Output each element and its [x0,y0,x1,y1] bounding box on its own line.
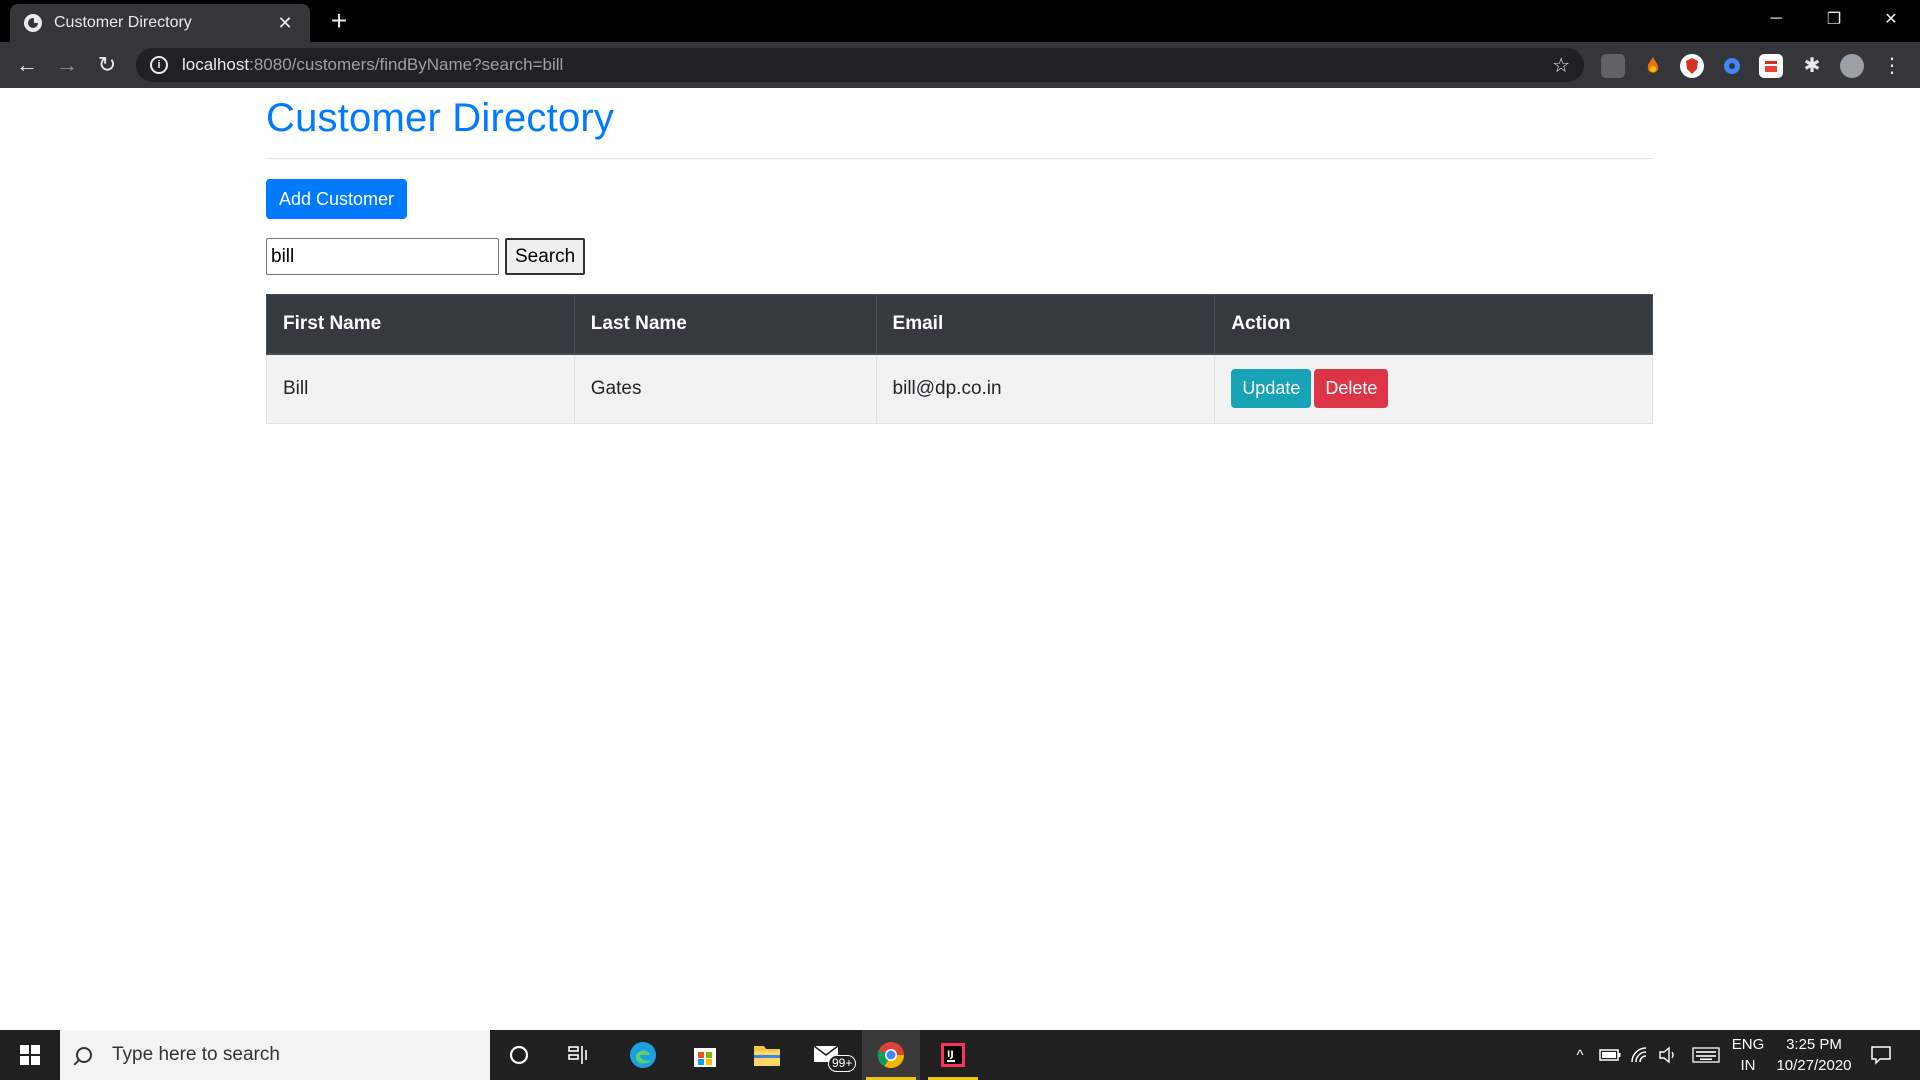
site-info-icon[interactable]: i [150,56,168,74]
divider [266,158,1653,159]
cell-first-name: Bill [266,353,575,424]
task-view-icon[interactable] [550,1030,608,1080]
column-header-first-name: First Name [266,294,575,355]
bookmark-star-icon[interactable]: ☆ [1552,53,1570,78]
address-bar[interactable]: i localhost:8080/customers/findByName?se… [136,48,1584,82]
notification-center-icon[interactable] [1866,1030,1896,1080]
cortana-icon[interactable] [490,1030,548,1080]
chrome-icon[interactable] [862,1030,920,1080]
browser-tab[interactable]: Customer Directory ✕ [10,4,310,42]
column-header-action: Action [1214,294,1653,355]
mail-icon[interactable]: 99+ [800,1030,858,1080]
column-header-last-name: Last Name [573,294,877,355]
extension-icon-1[interactable] [1601,54,1625,78]
system-clock[interactable]: 3:25 PM 10/27/2020 [1768,1034,1860,1076]
clock-time: 3:25 PM [1786,1036,1842,1053]
profile-avatar[interactable] [1840,54,1864,78]
url-text[interactable]: localhost:8080/customers/findByName?sear… [182,55,1552,75]
browser-menu-icon[interactable]: ⋮ [1880,54,1904,78]
extension-shield-icon[interactable] [1680,54,1704,78]
clock-date: 10/27/2020 [1776,1057,1852,1074]
store-icon[interactable] [676,1030,734,1080]
globe-icon [24,14,42,32]
minimize-button[interactable]: ─ [1747,0,1805,38]
taskbar-search-placeholder: Type here to search [112,1044,280,1065]
wifi-icon[interactable] [1628,1030,1652,1080]
tab-close-icon[interactable]: ✕ [274,13,296,34]
forward-arrow-icon[interactable]: → [52,50,82,80]
reload-icon[interactable]: ↻ [92,50,122,80]
table-header-row: First Name Last Name Email Action [266,294,1653,355]
search-icon [76,1047,92,1063]
new-tab-button[interactable]: + [324,6,354,36]
edge-icon[interactable] [614,1030,672,1080]
search-input[interactable] [266,238,499,275]
main-container: Customer Directory Add Customer Search F… [266,88,1653,424]
volume-icon[interactable] [1656,1030,1680,1080]
search-form: Search [266,238,1653,275]
svg-text:IJ: IJ [947,1050,954,1060]
delete-button[interactable]: Delete [1314,369,1389,409]
tab-title: Customer Directory [54,14,192,31]
intellij-icon[interactable]: IJ [924,1030,982,1080]
windows-start-icon[interactable] [0,1030,60,1080]
extension-fire-icon[interactable] [1641,54,1665,78]
search-button[interactable]: Search [505,238,586,275]
tray-chevron-icon[interactable]: ^ [1568,1030,1592,1080]
language-indicator[interactable]: ENG IN [1726,1034,1770,1076]
keyboard-icon[interactable] [1690,1030,1722,1080]
update-button[interactable]: Update [1231,369,1312,409]
file-explorer-icon[interactable] [738,1030,796,1080]
extension-blue-icon[interactable] [1720,54,1744,78]
customer-table: First Name Last Name Email Action Bill G… [266,294,1653,424]
column-header-email: Email [875,294,1216,355]
page-title: Customer Directory [266,96,615,140]
cell-action: Update Delete [1214,353,1653,424]
cell-last-name: Gates [573,353,877,424]
battery-icon[interactable] [1598,1030,1622,1080]
add-customer-button[interactable]: Add Customer [266,179,408,219]
browser-toolbar: ← → ↻ i localhost:8080/customers/findByN… [0,42,1920,88]
browser-tab-strip: Customer Directory ✕ + ─ ❐ ✕ [0,0,1920,42]
window-close-button[interactable]: ✕ [1862,0,1920,38]
extension-red-icon[interactable] [1759,54,1783,78]
windows-taskbar: Type here to search 99+ IJ ^ ENG IN 3:25… [0,1030,1920,1080]
back-arrow-icon[interactable]: ← [12,50,42,80]
extensions-puzzle-icon[interactable]: ✱ [1800,54,1824,78]
restore-button[interactable]: ❐ [1805,0,1863,38]
mail-badge: 99+ [828,1055,857,1072]
cell-email: bill@dp.co.in [875,353,1216,424]
table-row: Bill Gates bill@dp.co.in Update Delete [266,353,1653,424]
taskbar-search-box[interactable]: Type here to search [60,1030,490,1080]
page-content: Customer Directory Add Customer Search F… [0,88,1920,1030]
